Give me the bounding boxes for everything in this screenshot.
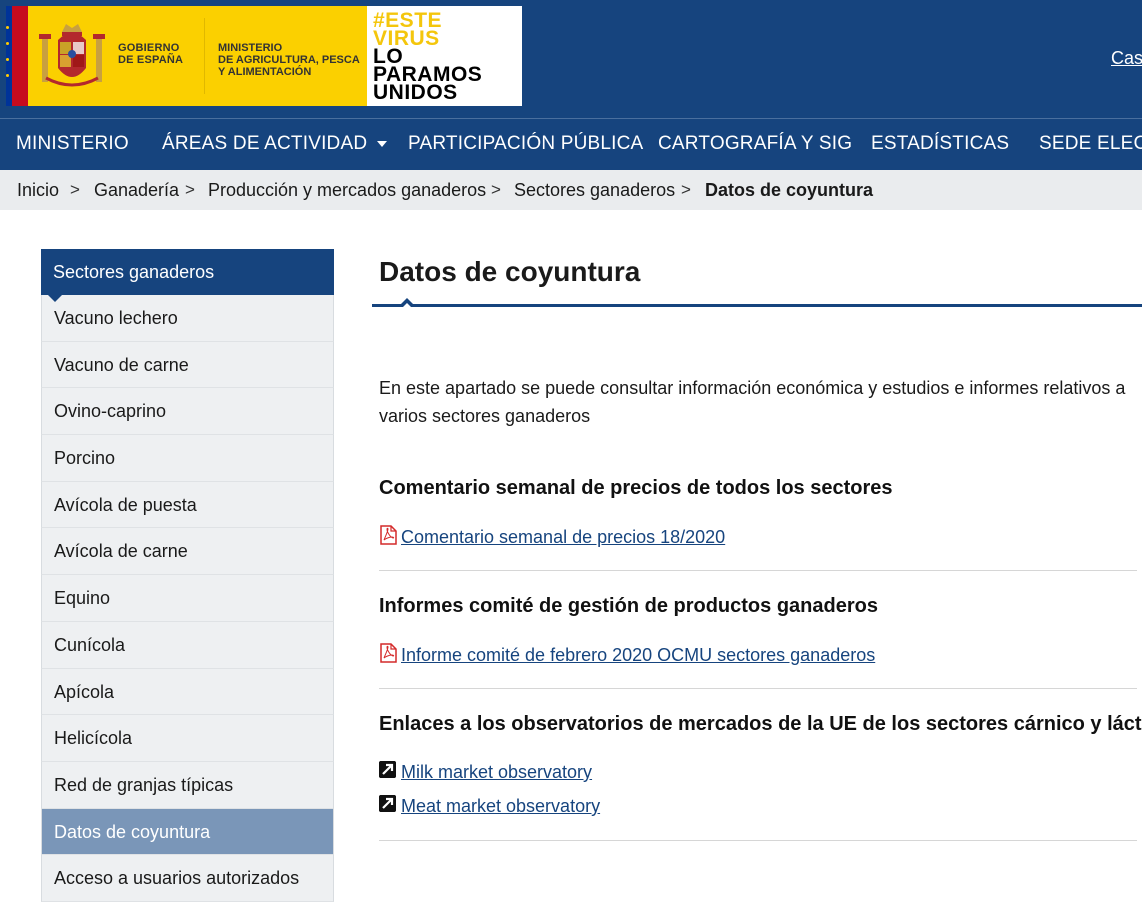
breadcrumb-separator: >: [70, 180, 80, 199]
title-underline: [372, 304, 1142, 307]
sidebar-item-porcino[interactable]: Porcino: [41, 435, 334, 482]
section-heading: Enlaces a los observatorios de mercados …: [379, 713, 1142, 735]
campaign-logo[interactable]: #ESTE VIRUS LO PARAMOS UNIDOS: [367, 6, 522, 106]
sidebar-item-acceso-usuarios[interactable]: Acceso a usuarios autorizados: [41, 855, 334, 902]
flag-stripe: [12, 6, 28, 106]
breadcrumb-separator: >: [681, 180, 691, 199]
nav-item-areas-actividad[interactable]: ÁREAS DE ACTIVIDAD: [162, 133, 388, 155]
main-navigation: MINISTERIO ÁREAS DE ACTIVIDAD PARTICIPAC…: [0, 118, 1142, 170]
section-divider: [379, 840, 1137, 841]
breadcrumb-inicio[interactable]: Inicio: [17, 180, 59, 201]
sidebar-menu: Sectores ganaderos Vacuno lechero Vacuno…: [41, 249, 334, 902]
site-header: GOBIERNO DE ESPAÑA MINISTERIO DE AGRICUL…: [0, 0, 1142, 118]
meat-observatory-link[interactable]: Meat market observatory: [401, 796, 600, 816]
breadcrumb-produccion[interactable]: Producción y mercados ganaderos: [208, 180, 486, 201]
download-link-row: Comentario semanal de precios 18/2020: [379, 525, 725, 548]
section-divider: [379, 570, 1137, 571]
sidebar-item-cunicola[interactable]: Cunícola: [41, 621, 334, 669]
committee-report-link[interactable]: Informe comité de febrero 2020 OCMU sect…: [401, 645, 875, 665]
sidebar-item-vacuno-lechero[interactable]: Vacuno lechero: [41, 295, 334, 342]
ministry-name: MINISTERIO DE AGRICULTURA, PESCA Y ALIME…: [218, 42, 360, 78]
pdf-icon: [380, 643, 397, 663]
breadcrumb-ganaderia[interactable]: Ganadería: [94, 180, 179, 201]
section-heading: Comentario semanal de precios de todos l…: [379, 477, 893, 499]
download-link-row: Informe comité de febrero 2020 OCMU sect…: [379, 643, 875, 666]
external-link-row: Milk market observatory: [379, 761, 592, 783]
sidebar-item-avicola-carne[interactable]: Avícola de carne: [41, 528, 334, 576]
sidebar-title[interactable]: Sectores ganaderos: [41, 249, 334, 302]
external-link-row: Meat market observatory: [379, 795, 600, 817]
section-heading: Informes comité de gestión de productos …: [379, 595, 878, 617]
sidebar-item-red-granjas[interactable]: Red de granjas típicas: [41, 761, 334, 809]
nav-item-estadisticas[interactable]: ESTADÍSTICAS: [871, 133, 1009, 155]
breadcrumb-separator: >: [185, 180, 195, 199]
coat-of-arms-icon: [39, 24, 105, 87]
government-logo[interactable]: GOBIERNO DE ESPAÑA MINISTERIO DE AGRICUL…: [6, 6, 367, 106]
sidebar-item-vacuno-carne[interactable]: Vacuno de carne: [41, 341, 334, 389]
government-name: GOBIERNO DE ESPAÑA: [118, 42, 184, 66]
language-selector[interactable]: Cas: [1111, 48, 1142, 69]
nav-item-label: ÁREAS DE ACTIVIDAD: [162, 133, 368, 154]
breadcrumb-separator: >: [491, 180, 501, 199]
page-title: Datos de coyuntura: [379, 256, 641, 287]
pdf-icon: [380, 525, 397, 545]
section-divider: [379, 688, 1137, 689]
sidebar-item-equino[interactable]: Equino: [41, 575, 334, 622]
breadcrumb-sectores[interactable]: Sectores ganaderos: [514, 180, 675, 201]
sidebar-item-apicola[interactable]: Apícola: [41, 668, 334, 716]
logo-divider: [204, 18, 205, 94]
chevron-down-icon: [377, 140, 388, 147]
nav-item-cartografia[interactable]: CARTOGRAFÍA Y SIG: [658, 133, 852, 155]
breadcrumb-current: Datos de coyuntura: [705, 180, 874, 200]
sidebar-item-helicicola[interactable]: Helicícola: [41, 715, 334, 762]
nav-item-participacion-publica[interactable]: PARTICIPACIÓN PÚBLICA: [408, 133, 643, 155]
sidebar-item-avicola-puesta[interactable]: Avícola de puesta: [41, 481, 334, 529]
milk-observatory-link[interactable]: Milk market observatory: [401, 762, 592, 782]
external-link-icon: [379, 761, 396, 778]
nav-item-ministerio[interactable]: MINISTERIO: [16, 133, 129, 155]
breadcrumb: Inicio > Ganadería > Producción y mercad…: [0, 170, 1142, 210]
sidebar-item-datos-coyuntura[interactable]: Datos de coyuntura: [41, 808, 334, 856]
external-link-icon: [379, 795, 396, 812]
title-notch-inner: [402, 303, 412, 308]
intro-paragraph: En este apartado se puede consultar info…: [379, 378, 1126, 426]
campaign-word: UNIDOS: [373, 81, 458, 104]
price-commentary-link[interactable]: Comentario semanal de precios 18/2020: [401, 527, 725, 547]
sidebar-item-ovino-caprino[interactable]: Ovino-caprino: [41, 388, 334, 436]
nav-item-sede-electronica[interactable]: SEDE ELECTR: [1039, 133, 1142, 155]
